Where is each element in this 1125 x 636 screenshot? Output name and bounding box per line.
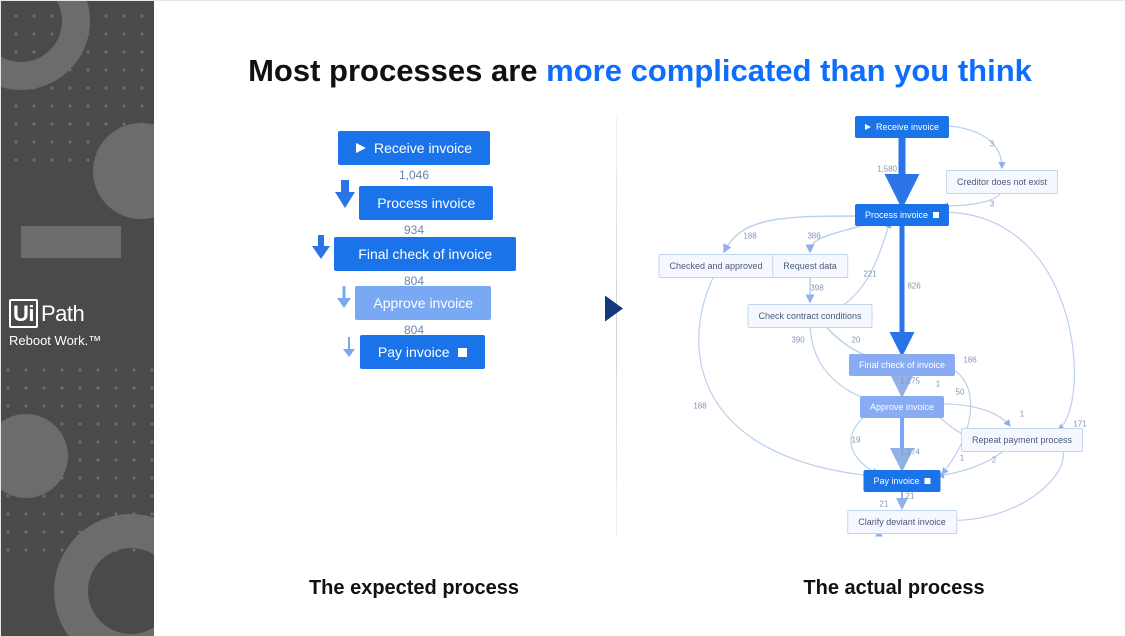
slide-title: Most processes are more complicated than… xyxy=(154,53,1125,89)
node-label: Check contract conditions xyxy=(758,311,861,321)
separator-arrow-icon xyxy=(605,296,627,327)
edge-label: 386 xyxy=(807,232,820,241)
edge-label: 50 xyxy=(956,388,965,397)
actual-node-request: Request data xyxy=(772,254,848,278)
edge-label: 934 xyxy=(304,223,524,237)
node-label: Approve invoice xyxy=(373,295,473,311)
brand-block: UiPath Reboot Work.™ xyxy=(9,301,101,349)
stop-icon xyxy=(458,344,467,360)
edge-label: 21 xyxy=(906,492,915,501)
edge-label: 221 xyxy=(863,270,876,279)
node-label: Repeat payment process xyxy=(972,435,1072,445)
edge-label: 1,174 xyxy=(900,448,920,457)
edge-label: 188 xyxy=(693,402,706,411)
edge-label: 1,580 xyxy=(877,165,897,174)
edge-label: 20 xyxy=(852,336,861,345)
node-label: Receive invoice xyxy=(374,140,472,156)
actual-node-approve: Approve invoice xyxy=(860,396,944,418)
edge-label: 188 xyxy=(743,232,756,241)
decor-rect xyxy=(21,226,121,258)
node-label: Final check of invoice xyxy=(358,246,492,262)
edge-label: 171 xyxy=(1073,420,1086,429)
stop-icon xyxy=(933,210,939,220)
actual-node-final: Final check of invoice xyxy=(849,354,955,376)
edge-label: 19 xyxy=(852,436,861,445)
slide-content: Most processes are more complicated than… xyxy=(154,1,1125,636)
actual-flow: Receive invoice Creditor does not exist … xyxy=(642,116,1112,556)
actual-node-checked: Checked and approved xyxy=(658,254,773,278)
decor-ring-1 xyxy=(1,1,101,101)
caption-expected: The expected process xyxy=(224,577,604,600)
title-emphasis: more complicated than you think xyxy=(546,53,1032,88)
edge-label: 3 xyxy=(990,140,994,149)
brand-logo: UiPath xyxy=(9,301,101,327)
brand-logo-text: Path xyxy=(41,301,84,326)
edge-label: 3 xyxy=(990,200,994,209)
decor-circle-1 xyxy=(81,111,154,231)
actual-node-clarify: Clarify deviant invoice xyxy=(847,510,957,534)
brand-tagline: Reboot Work.™ xyxy=(9,333,101,349)
edge-label: 2 xyxy=(992,456,996,465)
node-label: Receive invoice xyxy=(876,122,939,132)
expected-node-pay: Pay invoice xyxy=(360,335,485,369)
node-label: Checked and approved xyxy=(669,261,762,271)
edge-label: 186 xyxy=(963,356,976,365)
brand-sidebar: UiPath Reboot Work.™ xyxy=(1,1,154,636)
actual-node-pay: Pay invoice xyxy=(863,470,940,492)
node-label: Clarify deviant invoice xyxy=(858,517,946,527)
actual-node-process: Process invoice xyxy=(855,204,949,226)
edge-label: 398 xyxy=(810,284,823,293)
node-label: Process invoice xyxy=(865,210,928,220)
edge-label: 390 xyxy=(791,336,804,345)
actual-node-contract: Check contract conditions xyxy=(747,304,872,328)
edge-label: 21 xyxy=(880,500,889,509)
decor-circle-2 xyxy=(1,401,81,511)
expected-node-receive: Receive invoice xyxy=(338,131,490,165)
stop-icon xyxy=(925,476,931,486)
actual-node-repeat: Repeat payment process xyxy=(961,428,1083,452)
node-label: Process invoice xyxy=(377,195,475,211)
actual-node-receive: Receive invoice xyxy=(855,116,949,138)
play-icon xyxy=(865,122,871,132)
node-label: Creditor does not exist xyxy=(957,177,1047,187)
expected-node-process: Process invoice xyxy=(359,186,493,220)
play-icon xyxy=(356,140,366,156)
caption-actual: The actual process xyxy=(684,577,1104,600)
node-label: Request data xyxy=(783,261,837,271)
node-label: Final check of invoice xyxy=(859,360,945,370)
edge-label: 1 xyxy=(1020,410,1024,419)
arrow-down-icon xyxy=(343,337,355,357)
decor-ring-2 xyxy=(41,501,154,636)
expected-node-approve: Approve invoice xyxy=(355,286,491,320)
node-label: Approve invoice xyxy=(870,402,934,412)
node-label: Pay invoice xyxy=(378,344,450,360)
edge-label: 1,175 xyxy=(900,377,920,386)
actual-node-creditor: Creditor does not exist xyxy=(946,170,1058,194)
arrow-down-icon xyxy=(337,286,351,308)
title-lead: Most processes are xyxy=(248,53,546,88)
arrow-down-icon xyxy=(335,180,355,208)
expected-node-final: Final check of invoice xyxy=(334,237,516,271)
expected-flow: Receive invoice 1,046 Process invoice 93… xyxy=(304,131,524,369)
edge-label: 826 xyxy=(907,282,920,291)
arrow-down-icon xyxy=(312,235,330,259)
edge-label: 1 xyxy=(936,380,940,389)
edge-label: 1 xyxy=(960,454,964,463)
node-label: Pay invoice xyxy=(873,476,919,486)
center-divider xyxy=(616,117,617,537)
